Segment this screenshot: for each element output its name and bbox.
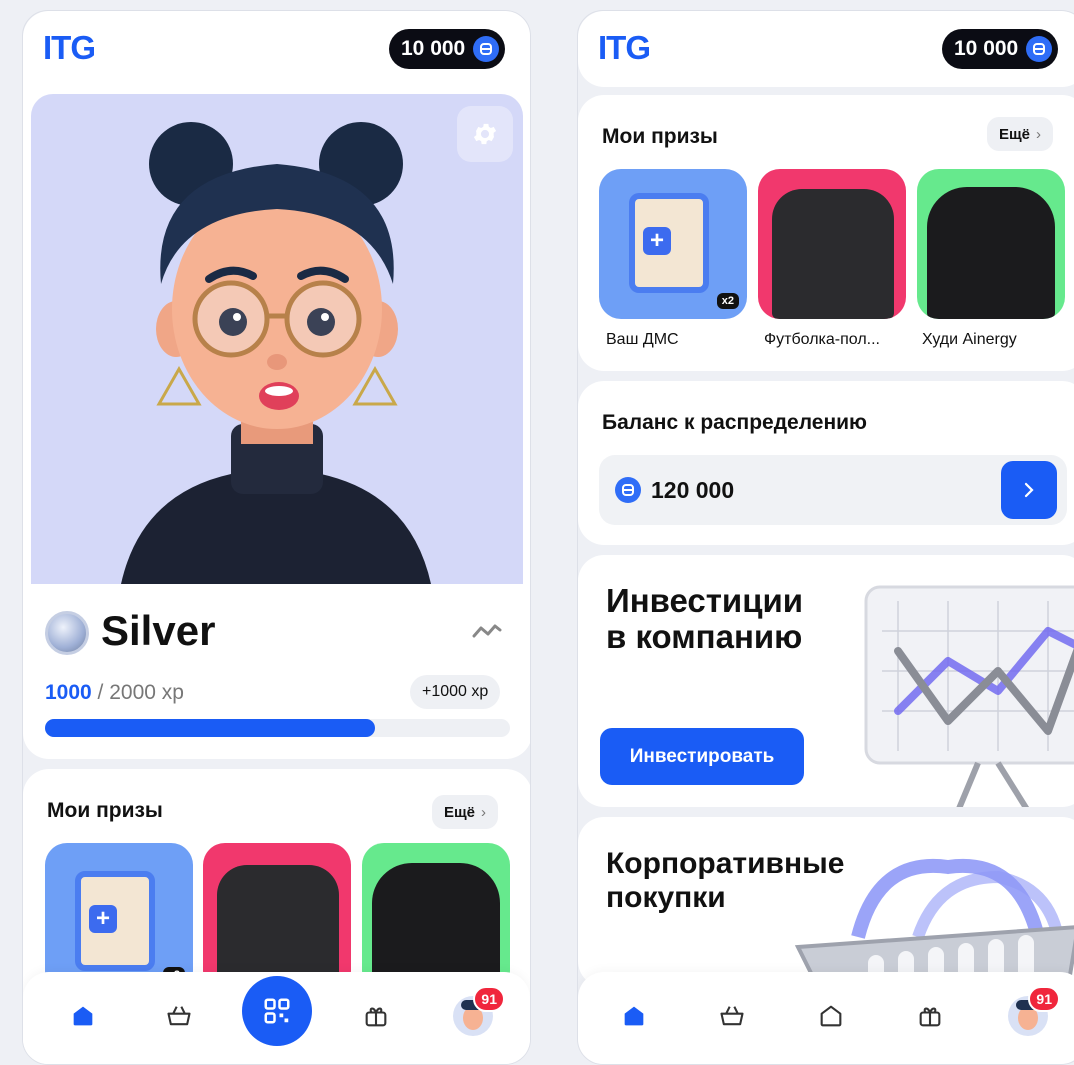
notification-badge: 91 [1028, 986, 1060, 1012]
xp-current: 1000 [45, 681, 92, 704]
avatar-illustration [121, 122, 431, 584]
invest-title-line2: в компанию [606, 618, 803, 655]
coin-icon [615, 477, 641, 503]
bottom-nav-left: 91 [23, 972, 530, 1064]
notification-badge: 91 [473, 986, 505, 1012]
distribution-amount: 120 000 [651, 477, 735, 503]
app-logo: ITG [43, 29, 96, 66]
nav-profile[interactable]: 91 [1008, 986, 1060, 1036]
qr-scan-button[interactable] [242, 976, 312, 1046]
avatar-image [31, 94, 523, 584]
basket-illustration-icon [794, 858, 1074, 987]
cross-icon: + [89, 905, 117, 933]
right-screen: ITG 10 000 Мои призы Ещё › + x2 Ваш ДМС Ф… [577, 10, 1074, 1065]
balance-amount: 10 000 [401, 37, 466, 60]
prize-hoodie[interactable] [917, 169, 1065, 319]
distribution-title: Баланс к распределению [602, 411, 867, 434]
prizes-more-label: Ещё [444, 803, 476, 821]
prize-clipboard[interactable]: + x2 [45, 843, 193, 993]
coin-icon [473, 36, 500, 62]
profile-card: ITG 10 000 Silver 1000 / 2000 xp +1000 x… [23, 11, 530, 759]
prize-label-dms: Ваш ДМС [606, 331, 679, 348]
balance-pill[interactable]: 10 000 [389, 29, 506, 69]
prize-hoodie[interactable] [362, 843, 510, 993]
chevron-right-icon: › [481, 803, 487, 821]
left-screen: ITG 10 000 Silver 1000 / 2000 xp +1000 x… [22, 10, 531, 1065]
gift-icon [365, 1007, 387, 1027]
chart-board-icon [864, 585, 1074, 807]
app-logo: ITG [598, 29, 651, 66]
xp-total: / 2000 xp [91, 681, 184, 704]
gift-icon [919, 1007, 941, 1027]
nav-home[interactable] [63, 996, 103, 1036]
nav-gift[interactable] [356, 996, 396, 1036]
prize-polo[interactable] [758, 169, 906, 319]
xp-bonus-label: +1000 xp [422, 683, 489, 700]
xp-bonus-badge: +1000 xp [410, 675, 501, 709]
balance-amount: 10 000 [954, 37, 1019, 60]
qr-icon [264, 998, 290, 1024]
corporate-card: Корпоративные покупки [578, 817, 1074, 987]
basket-icon [167, 1006, 191, 1026]
header-card: ITG 10 000 [578, 11, 1074, 87]
settings-button[interactable] [457, 106, 513, 162]
prize-label-polo: Футболка-пол... [764, 331, 880, 348]
invest-button[interactable]: Инвестировать [600, 728, 804, 785]
hoodie-icon [927, 187, 1055, 319]
invest-title-line1: Инвестиции [606, 582, 804, 619]
xp-readout: 1000 / 2000 xp [45, 681, 184, 705]
nav-basket[interactable] [712, 996, 752, 1036]
prize-clipboard[interactable]: + x2 [599, 169, 747, 319]
trend-icon[interactable] [471, 621, 503, 641]
prizes-more-button[interactable]: Ещё › [432, 795, 499, 829]
nav-basket[interactable] [159, 996, 199, 1036]
bottom-nav-right: 91 [578, 972, 1074, 1064]
level-medal-icon [45, 611, 89, 655]
nav-home[interactable] [614, 996, 654, 1036]
prizes-more-label: Ещё [999, 125, 1031, 143]
invest-card: Инвестиции в компанию Инвестировать [578, 555, 1074, 807]
invest-title: Инвестиции в компанию [606, 583, 803, 655]
prize-count-badge: x2 [716, 293, 739, 309]
level-name: Silver [101, 607, 216, 654]
prizes-more-button[interactable]: Ещё › [987, 117, 1054, 151]
chevron-right-icon [1024, 482, 1034, 498]
polo-shirt-icon [772, 189, 894, 319]
xp-progress-fill [45, 719, 375, 737]
gear-icon [473, 123, 497, 145]
coin-icon [1026, 36, 1053, 62]
prizes-title: Мои призы [47, 799, 163, 822]
house-outline-icon [820, 1005, 842, 1027]
distribution-row[interactable]: 120 000 [599, 455, 1067, 525]
distribute-button[interactable] [1001, 461, 1057, 519]
nav-gift[interactable] [910, 996, 950, 1036]
nav-profile[interactable]: 91 [453, 986, 505, 1036]
invest-button-label: Инвестировать [629, 745, 775, 767]
home-icon [624, 1006, 644, 1026]
chevron-right-icon: › [1036, 125, 1042, 143]
prize-polo[interactable] [203, 843, 351, 993]
prizes-title: Мои призы [602, 125, 718, 148]
prizes-card-right: Мои призы Ещё › + x2 Ваш ДМС Футболка-пол… [578, 95, 1074, 371]
basket-icon [720, 1006, 744, 1026]
home-icon [73, 1006, 93, 1026]
nav-house[interactable] [811, 996, 851, 1036]
prize-label-hoodie: Худи Ainergy [922, 331, 1017, 348]
balance-pill[interactable]: 10 000 [942, 29, 1059, 69]
distribution-card: Баланс к распределению 120 000 [578, 381, 1074, 545]
cross-icon: + [643, 227, 671, 255]
